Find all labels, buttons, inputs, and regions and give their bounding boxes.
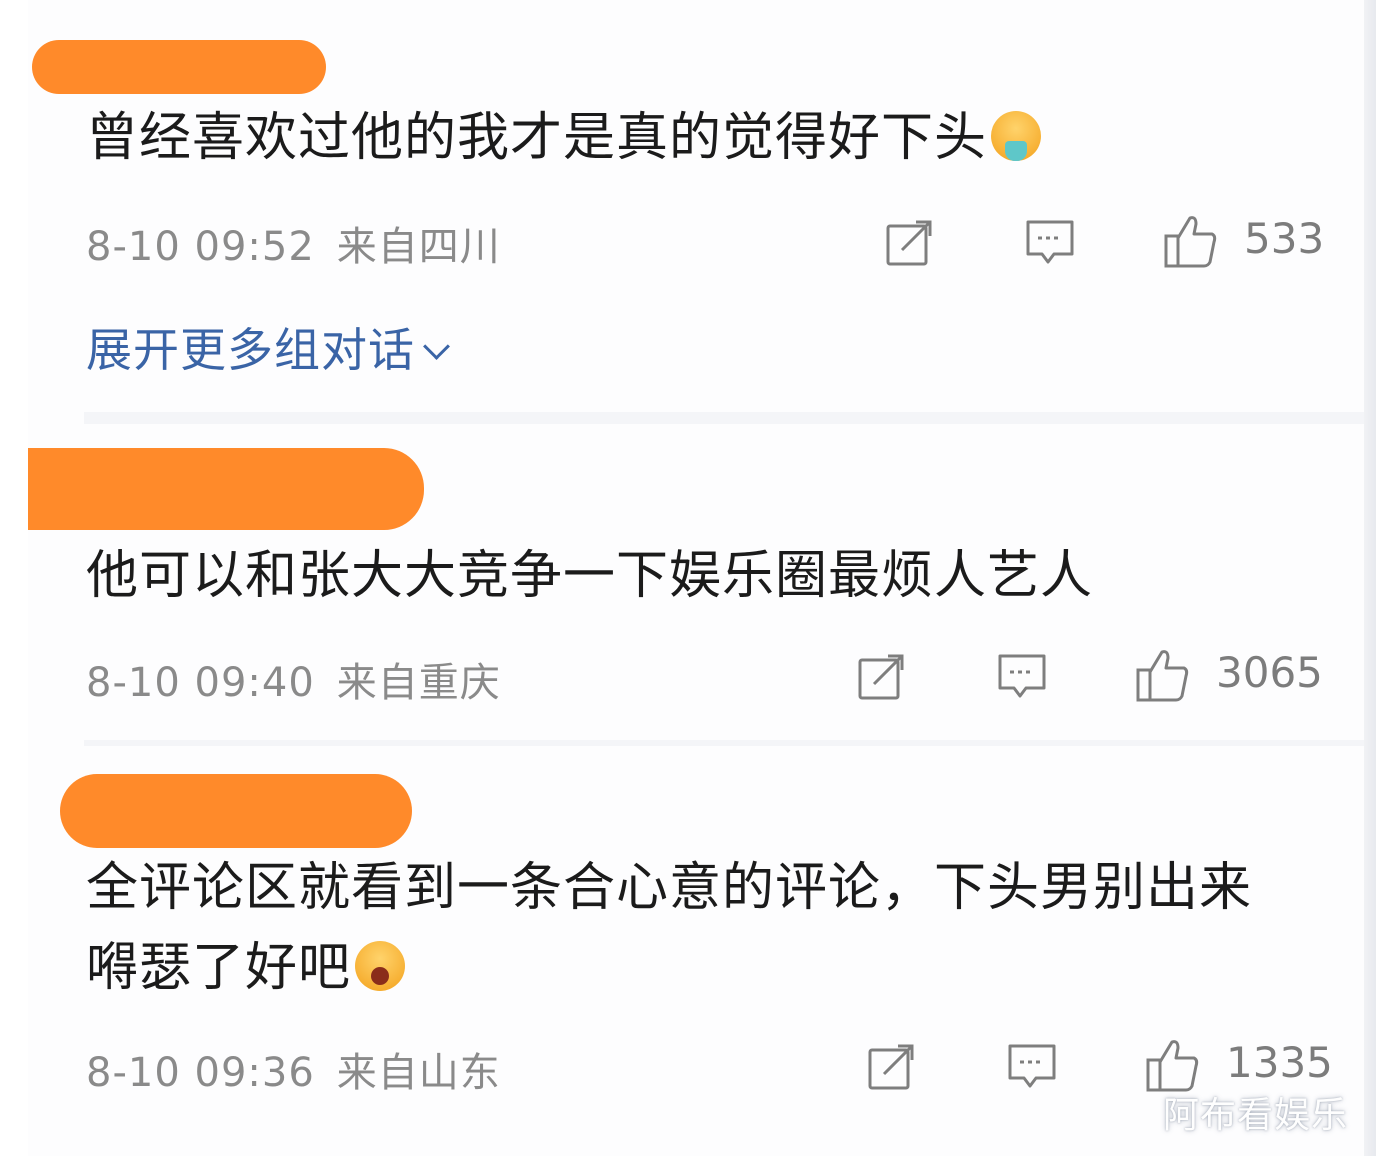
comment-text-content: 嘚瑟了好吧 xyxy=(86,938,352,998)
like-count: 3065 xyxy=(1216,648,1323,697)
comment-text: 他可以和张大大竞争一下娱乐圈最烦人艺人 xyxy=(86,536,1093,616)
expand-label: 展开更多组对话 xyxy=(86,323,415,377)
comment-text-content: 他可以和张大大竞争一下娱乐圈最烦人艺人 xyxy=(86,546,1094,606)
comment-text-content: 曾经喜欢过他的我才是真的觉得好下头 xyxy=(86,108,988,168)
scroll-edge xyxy=(1364,0,1376,1156)
comment-icon[interactable] xyxy=(996,650,1048,702)
redacted-username xyxy=(60,774,412,848)
comment-text: 曾经喜欢过他的我才是真的觉得好下头 xyxy=(86,98,1042,178)
redacted-username xyxy=(28,448,424,530)
comment-icon[interactable] xyxy=(1006,1040,1058,1092)
comment-text: 全评论区就看到一条合心意的评论，下头男别出来 嘚瑟了好吧 xyxy=(86,848,1252,1008)
comment-time: 8-10 09:52 xyxy=(86,224,315,270)
share-icon[interactable] xyxy=(866,1040,918,1092)
expand-conversation-link[interactable]: 展开更多组对话 xyxy=(86,314,450,380)
comment-item: 他可以和张大大竞争一下娱乐圈最烦人艺人 8-10 09:40 来自重庆 3065 xyxy=(28,426,1366,742)
comment-location: 来自重庆 xyxy=(336,660,501,706)
redacted-username xyxy=(32,40,326,94)
comment-meta: 8-10 09:36 来自山东 xyxy=(86,1040,501,1098)
comment-item: 全评论区就看到一条合心意的评论，下头男别出来 嘚瑟了好吧 8-10 09:36 来… xyxy=(28,744,1366,1144)
comment-text-line-1: 全评论区就看到一条合心意的评论，下头男别出来 xyxy=(86,858,1253,918)
comment-text-line-2: 嘚瑟了好吧 xyxy=(86,928,1252,1008)
comment-location: 来自四川 xyxy=(336,224,501,270)
crying-emoji-icon xyxy=(355,941,406,991)
like-count: 533 xyxy=(1244,214,1325,263)
share-icon[interactable] xyxy=(856,650,908,702)
comment-meta: 8-10 09:52 来自四川 xyxy=(86,214,501,272)
comment-icon[interactable] xyxy=(1024,216,1076,268)
like-count: 1335 xyxy=(1226,1038,1333,1087)
comment-time: 8-10 09:36 xyxy=(86,1050,315,1096)
share-icon[interactable] xyxy=(884,216,936,268)
comment-item: 曾经喜欢过他的我才是真的觉得好下头 8-10 09:52 来自四川 533 展开更… xyxy=(28,0,1366,412)
divider xyxy=(84,412,1366,424)
comment-list: 曾经喜欢过他的我才是真的觉得好下头 8-10 09:52 来自四川 533 展开更… xyxy=(28,0,1366,1156)
thumbs-up-icon[interactable] xyxy=(1134,646,1192,704)
comment-time: 8-10 09:40 xyxy=(86,660,315,706)
watermark: 阿布看娱乐 xyxy=(1162,1095,1348,1136)
comment-location: 来自山东 xyxy=(336,1050,501,1096)
comment-meta: 8-10 09:40 来自重庆 xyxy=(86,650,501,708)
thumbs-up-icon[interactable] xyxy=(1162,212,1220,270)
vomit-emoji-icon xyxy=(991,111,1042,161)
chevron-down-icon xyxy=(423,333,450,360)
